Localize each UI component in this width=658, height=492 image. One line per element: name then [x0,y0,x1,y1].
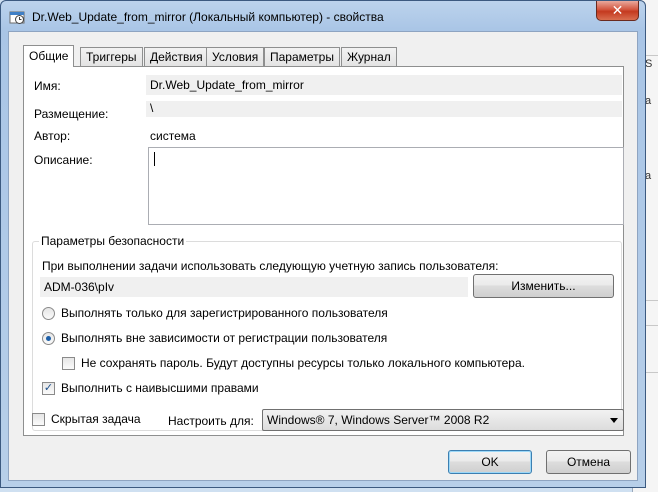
location-field[interactable]: \ [146,101,622,117]
no-store-password-label[interactable]: Не сохранять пароль. Будут доступны ресу… [81,356,525,370]
configure-for-dropdown[interactable]: Windows® 7, Windows Server™ 2008 R2 [262,409,624,431]
configure-for-label: Настроить для: [168,414,254,428]
user-account-field[interactable]: ADM-036\pIv [40,277,468,297]
tab-history[interactable]: Журнал [341,47,397,66]
radio-logged-on-only-label[interactable]: Выполнять только для зарегистрированного… [61,306,388,320]
account-prompt: При выполнении задачи использовать следу… [42,259,499,273]
text-caret [154,152,155,166]
radio-selected-dot [46,336,51,341]
close-button[interactable]: ✕ [596,1,639,21]
change-user-button[interactable]: Изменить... [473,274,614,298]
radio-logged-on-only[interactable] [42,307,55,320]
tab-conditions[interactable]: Условия [206,47,265,66]
author-label: Автор: [34,129,71,143]
scheduler-icon [9,11,25,24]
tab-actions[interactable]: Действия [144,47,209,66]
close-icon: ✕ [611,2,624,18]
tab-settings[interactable]: Параметры [264,47,340,66]
security-group-title: Параметры безопасности [39,234,187,248]
general-tab-panel: Имя: Dr.Web_Update_from_mirror Размещени… [23,66,624,436]
radio-run-whether-logged-on[interactable] [42,332,55,345]
chevron-down-icon [610,418,618,423]
location-label: Размещение: [34,107,109,121]
checkmark-icon: ✓ [43,382,54,394]
tab-triggers[interactable]: Триггеры [80,47,143,66]
no-store-password-checkbox[interactable] [62,357,75,370]
name-field[interactable]: Dr.Web_Update_from_mirror [146,75,622,95]
background-text: S [645,58,653,70]
hidden-task-checkbox[interactable] [32,413,45,426]
author-value: система [150,129,196,143]
highest-privileges-checkbox[interactable]: ✓ [42,382,55,395]
title-bar[interactable]: Dr.Web_Update_from_mirror (Локальный ком… [1,1,645,31]
ok-button[interactable]: OK [448,450,532,474]
dialog-client-area: Общие Триггеры Действия Условия Параметр… [8,31,638,481]
description-label: Описание: [34,153,93,167]
radio-run-whether-logged-on-label[interactable]: Выполнять вне зависимости от регистрации… [61,331,387,345]
hidden-task-label[interactable]: Скрытая задача [51,412,141,426]
configure-for-value: Windows® 7, Windows Server™ 2008 R2 [267,413,490,427]
task-properties-dialog: Dr.Web_Update_from_mirror (Локальный ком… [0,0,646,488]
highest-privileges-label[interactable]: Выполнить с наивысшими правами [61,381,259,395]
cancel-button[interactable]: Отмена [546,450,631,474]
description-textarea[interactable] [148,147,624,225]
tab-general[interactable]: Общие [23,45,75,67]
name-label: Имя: [34,79,61,93]
window-title: Dr.Web_Update_from_mirror (Локальный ком… [32,10,384,24]
